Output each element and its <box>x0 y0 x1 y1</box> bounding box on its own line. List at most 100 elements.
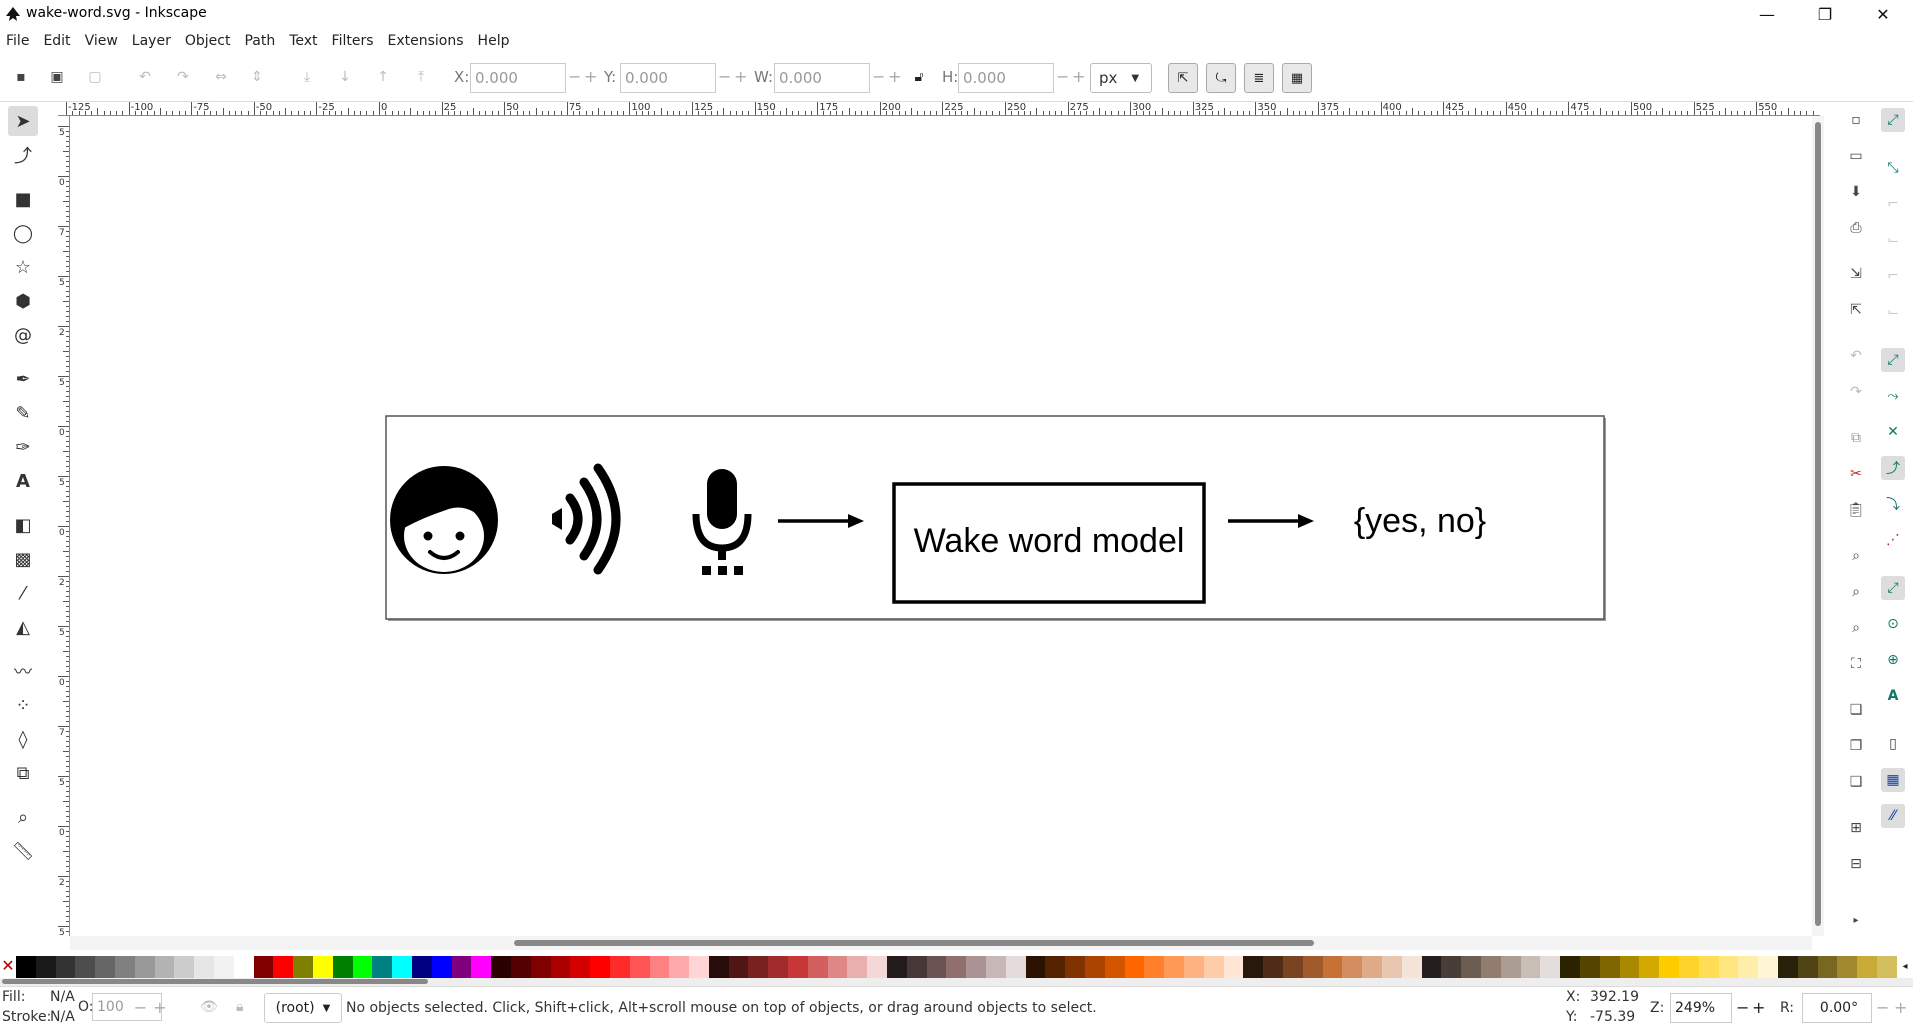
lock-icon[interactable]: 🔓︎ <box>908 66 930 88</box>
gradient-tool[interactable]: ◧ <box>8 510 38 540</box>
color-swatch[interactable] <box>372 956 393 978</box>
snap-smooth-icon[interactable]: ⤵ <box>1881 492 1905 516</box>
color-swatch[interactable] <box>807 956 828 978</box>
vertical-ruler[interactable]: 5 0 7 5 2 5 0 5 0 2 5 0 7 5 0 2 5 <box>58 116 70 936</box>
color-swatch[interactable] <box>1223 956 1244 978</box>
palette-menu-icon[interactable]: ◂ <box>1897 956 1913 978</box>
snap-bbox-corner-icon[interactable]: ⌙ <box>1881 228 1905 252</box>
raise-icon[interactable]: ↑ <box>372 66 394 88</box>
mesh-tool[interactable]: ▩ <box>8 544 38 574</box>
color-swatch[interactable] <box>233 956 254 978</box>
horizontal-scrollbar[interactable] <box>70 936 1812 950</box>
snap-bbox-icon[interactable]: ⤡ <box>1881 156 1905 180</box>
color-swatch[interactable] <box>1698 956 1719 978</box>
canvas[interactable]: Wake word model {yes, no} <box>70 116 1812 936</box>
color-swatch[interactable] <box>887 956 907 978</box>
minimize-button[interactable]: — <box>1738 0 1796 28</box>
color-swatch[interactable] <box>669 956 690 978</box>
y-increment-icon[interactable]: + <box>734 67 747 86</box>
color-swatch[interactable] <box>431 956 452 978</box>
color-swatch[interactable] <box>1520 956 1541 978</box>
paste-icon[interactable]: 📋︎ <box>1844 498 1868 522</box>
palette-scrollbar[interactable] <box>0 978 1913 986</box>
measure-tool[interactable]: 📏︎ <box>8 836 38 866</box>
snap-bbox-center-icon[interactable]: ⌙ <box>1881 300 1905 324</box>
move-gradients-toggle[interactable]: ≣ <box>1244 63 1274 93</box>
snap-nodes-icon[interactable]: ⤢ <box>1881 348 1905 372</box>
zoom-tool[interactable]: ⌕ <box>8 802 38 832</box>
color-swatch[interactable] <box>491 956 511 978</box>
color-swatch[interactable] <box>352 956 373 978</box>
w-decrement-icon[interactable]: − <box>872 67 885 86</box>
color-swatch[interactable] <box>1678 956 1699 978</box>
color-swatch[interactable] <box>1857 956 1877 978</box>
color-swatch[interactable] <box>1104 956 1125 978</box>
import-icon[interactable]: ⇲ <box>1844 262 1868 286</box>
ellipse-tool[interactable]: ◯ <box>8 218 38 248</box>
unit-select[interactable]: px ▼ <box>1090 63 1152 93</box>
box3d-tool[interactable]: ⬢ <box>8 286 38 316</box>
color-swatch[interactable] <box>708 956 729 978</box>
color-swatch[interactable] <box>926 956 947 978</box>
no-paint-swatch[interactable]: ✕ <box>0 956 16 978</box>
fill-value[interactable]: N/A <box>50 989 75 1005</box>
eraser-tool[interactable]: ◊ <box>8 724 38 754</box>
menu-view[interactable]: View <box>85 33 118 49</box>
menu-layer[interactable]: Layer <box>132 33 171 49</box>
text-tool[interactable]: A <box>8 466 38 496</box>
raise-top-icon[interactable]: ⤒ <box>410 66 432 88</box>
rect-tool[interactable]: ■ <box>8 184 38 214</box>
x-field[interactable]: 0.000 <box>470 63 566 93</box>
zoom-drawing-icon[interactable]: ⌕ <box>1844 580 1868 604</box>
color-swatch[interactable] <box>768 956 789 978</box>
color-swatch[interactable] <box>1579 956 1600 978</box>
color-swatch[interactable] <box>1381 956 1402 978</box>
menu-text[interactable]: Text <box>289 33 317 49</box>
h-increment-icon[interactable]: + <box>1072 67 1085 86</box>
zoom-width-icon[interactable]: ⛶ <box>1844 652 1868 676</box>
undo-icon[interactable]: ↶ <box>1844 344 1868 368</box>
color-swatch[interactable] <box>1164 956 1185 978</box>
zoom-page-icon[interactable]: ⌕ <box>1844 616 1868 640</box>
color-swatch[interactable] <box>1817 956 1838 978</box>
print-icon[interactable]: ⎙ <box>1844 216 1868 240</box>
snap-bbox-midpoint-icon[interactable]: ⌐ <box>1881 264 1905 288</box>
star-tool[interactable]: ☆ <box>8 252 38 282</box>
color-swatch[interactable] <box>1560 956 1580 978</box>
color-swatch[interactable] <box>986 956 1006 978</box>
color-swatch[interactable] <box>194 956 214 978</box>
snap-bbox-edge-icon[interactable]: ⌐ <box>1881 192 1905 216</box>
rotate-ccw-icon[interactable]: ↶ <box>134 66 156 88</box>
color-swatch[interactable] <box>293 956 313 978</box>
color-swatch[interactable] <box>1718 956 1739 978</box>
cut-icon[interactable]: ✂ <box>1844 462 1868 486</box>
color-swatch[interactable] <box>75 956 96 978</box>
color-swatch[interactable] <box>253 956 274 978</box>
scale-stroke-toggle[interactable]: ⇱ <box>1168 63 1198 93</box>
color-swatch[interactable] <box>1124 956 1145 978</box>
close-button[interactable]: ✕ <box>1854 0 1912 28</box>
color-swatch[interactable] <box>312 956 333 978</box>
horizontal-scroll-thumb[interactable] <box>514 940 1314 946</box>
snap-cusp-icon[interactable]: ⤴ <box>1881 456 1905 480</box>
dropper-tool[interactable]: ⁄ <box>8 578 38 608</box>
color-swatch[interactable] <box>1599 956 1620 978</box>
color-swatch[interactable] <box>273 956 294 978</box>
connector-tool[interactable]: ⧉ <box>8 758 38 788</box>
color-swatch[interactable] <box>1283 956 1303 978</box>
clone-icon[interactable]: ❐ <box>1844 734 1868 758</box>
h-decrement-icon[interactable]: − <box>1056 67 1069 86</box>
stroke-value[interactable]: N/A <box>50 1009 75 1025</box>
color-swatch[interactable] <box>788 956 808 978</box>
snap-text-baseline-icon[interactable]: A <box>1881 684 1905 708</box>
opacity-field[interactable]: 100 − + <box>92 993 167 1021</box>
color-swatch[interactable] <box>946 956 967 978</box>
color-swatch[interactable] <box>570 956 591 978</box>
snap-path-icon[interactable]: ⤳ <box>1881 384 1905 408</box>
save-icon[interactable]: ⬇ <box>1844 180 1868 204</box>
color-swatch[interactable] <box>728 956 749 978</box>
snap-enable-icon[interactable]: ⤢ <box>1881 108 1905 132</box>
color-swatch[interactable] <box>550 956 571 978</box>
menu-file[interactable]: File <box>6 33 29 49</box>
color-swatch[interactable] <box>411 956 432 978</box>
